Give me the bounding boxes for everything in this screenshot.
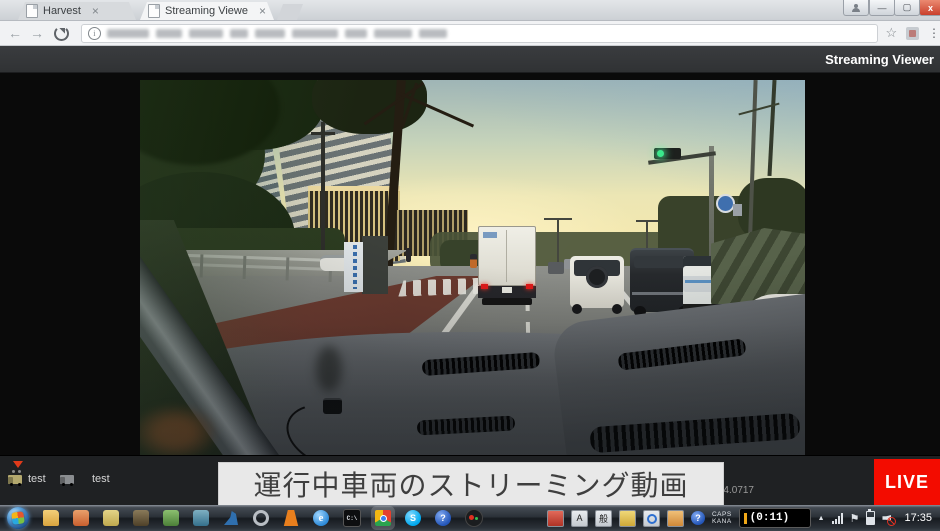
- hidden-icons-arrow[interactable]: ▲: [818, 515, 825, 522]
- browser-tab-strip: Harvest × Streaming Viewer × — ▢ x: [0, 0, 940, 21]
- minimize-button[interactable]: —: [869, 0, 895, 16]
- media-app-icon[interactable]: [163, 510, 179, 526]
- address-bar[interactable]: i: [81, 24, 878, 43]
- ime-tool-icon[interactable]: [547, 510, 564, 527]
- fin-app-icon[interactable]: [223, 510, 239, 526]
- google-chrome-icon[interactable]: [375, 510, 391, 526]
- ime-help-icon[interactable]: ?: [691, 511, 705, 525]
- back-button[interactable]: ←: [8, 26, 22, 40]
- site-info-icon[interactable]: i: [88, 27, 101, 40]
- extension-icon[interactable]: [906, 27, 919, 40]
- close-window-button[interactable]: x: [919, 0, 940, 16]
- bookmark-star-icon[interactable]: ☆: [886, 25, 898, 41]
- timer-display[interactable]: (0:11): [739, 508, 811, 528]
- ime-caps-kana-indicator: CAPSKANA: [712, 511, 732, 526]
- ime-mode-a-button[interactable]: A: [571, 510, 588, 527]
- windshield-tint: [140, 80, 805, 455]
- vehicle-label: test: [92, 473, 110, 485]
- image-viewer-icon[interactable]: [73, 510, 89, 526]
- timer-level-icon: [744, 513, 747, 524]
- ime-palette-icon[interactable]: [667, 510, 684, 527]
- url-redacted: [107, 29, 454, 38]
- person-icon: [852, 4, 860, 12]
- audio-recorder-icon[interactable]: [465, 509, 483, 527]
- file-manager-icon[interactable]: [193, 510, 209, 526]
- page-favicon-icon: [148, 4, 160, 18]
- stream-caption: 運行中車両のストリーミング動画: [218, 462, 724, 506]
- windows-taskbar: e C:\ S? A 般 ? CAPSKANA (0:11) ▲ ⚑ 17:35: [0, 505, 940, 531]
- taskbar-apps: e C:\ S?: [43, 509, 483, 527]
- vlc-player-icon[interactable]: [283, 510, 299, 526]
- vehicle-truck-icon: [60, 475, 74, 484]
- reload-icon[interactable]: [54, 26, 69, 41]
- vehicle-label: test: [28, 473, 46, 485]
- help-app-icon[interactable]: ?: [435, 510, 451, 526]
- network-signal-icon[interactable]: [832, 513, 843, 524]
- tab-streaming-viewer[interactable]: Streaming Viewer ×: [140, 2, 274, 20]
- desktop: Harvest × Streaming Viewer × — ▢ x ← → i: [0, 0, 940, 531]
- volume-muted-icon[interactable]: [882, 512, 894, 524]
- taskbar-clock[interactable]: 17:35: [904, 512, 932, 524]
- command-prompt-icon[interactable]: C:\: [343, 509, 361, 527]
- tab-harvest[interactable]: Harvest ×: [18, 2, 136, 20]
- page-favicon-icon: [26, 4, 38, 18]
- ime-dictionary-icon[interactable]: [619, 510, 636, 527]
- vehicle-truck-icon: [8, 475, 22, 484]
- profile-button[interactable]: [843, 0, 869, 16]
- tab-title: Harvest: [43, 5, 81, 17]
- skype-icon[interactable]: S: [405, 510, 421, 526]
- photo-tool-icon[interactable]: [133, 510, 149, 526]
- ime-mode-kana-button[interactable]: 般: [595, 510, 612, 527]
- start-button[interactable]: [7, 507, 29, 529]
- maximize-button[interactable]: ▢: [894, 0, 920, 16]
- internet-explorer-icon[interactable]: e: [313, 510, 329, 526]
- notes-app-icon[interactable]: [103, 510, 119, 526]
- forward-button[interactable]: →: [30, 26, 44, 40]
- app-header: Streaming Viewer: [0, 46, 940, 73]
- browser-menu-icon[interactable]: ⋮: [928, 26, 940, 40]
- action-center-flag-icon[interactable]: ⚑: [850, 512, 860, 525]
- vehicle-item-2[interactable]: test: [60, 473, 110, 485]
- timer-value: (0:11): [750, 512, 790, 524]
- tab-title: Streaming Viewer: [165, 5, 248, 17]
- ring-utility-icon[interactable]: [253, 510, 269, 526]
- battery-icon[interactable]: [866, 511, 875, 525]
- new-tab-button[interactable]: [277, 4, 303, 20]
- page-title: Streaming Viewer: [825, 52, 934, 67]
- vehicle-item-1[interactable]: test: [8, 473, 46, 485]
- tab-close-icon[interactable]: ×: [259, 5, 266, 17]
- browser-toolbar: ← → i ☆ ⋮: [0, 21, 940, 46]
- system-tray: A 般 ? CAPSKANA (0:11) ▲ ⚑ 17:35: [547, 508, 940, 528]
- dashcam-video-stream: [140, 80, 805, 455]
- tab-close-icon[interactable]: ×: [92, 5, 99, 17]
- ime-search-icon[interactable]: [643, 510, 660, 527]
- windows-explorer-icon[interactable]: [43, 510, 59, 526]
- live-badge: LIVE: [874, 459, 940, 506]
